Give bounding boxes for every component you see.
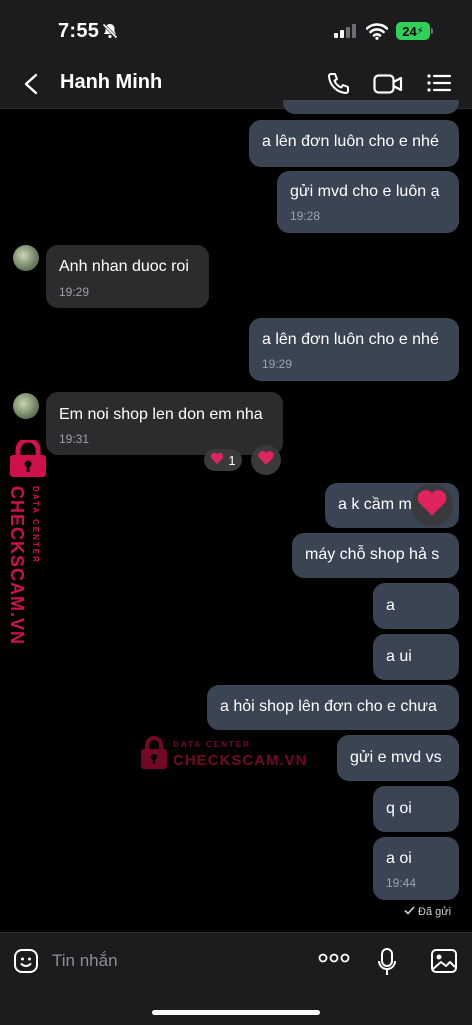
message-input[interactable]: Tin nhắn bbox=[52, 951, 118, 971]
microphone-icon[interactable] bbox=[377, 947, 397, 982]
message-time: 19:29 bbox=[59, 285, 90, 299]
message-bubble-outgoing[interactable]: gửi mvd cho e luôn ạ 19:28 bbox=[277, 171, 459, 233]
home-indicator[interactable] bbox=[152, 1010, 320, 1015]
heart-icon bbox=[210, 452, 224, 468]
message-time: 19:28 bbox=[290, 209, 321, 223]
reaction-heart-bubble[interactable] bbox=[411, 484, 453, 526]
battery-nub bbox=[431, 28, 433, 34]
message-bubble-outgoing[interactable]: a lên đơn luôn cho e nhé 19:29 bbox=[249, 318, 459, 381]
watermark-subtitle: DATA CENTER bbox=[173, 740, 251, 749]
delivery-status-text: Đã gửi bbox=[418, 906, 452, 918]
message-bubble-outgoing[interactable]: gửi e mvd vs bbox=[337, 735, 459, 781]
reaction-count: 1 bbox=[228, 452, 236, 468]
message-bubble-outgoing[interactable]: a ui bbox=[373, 634, 459, 680]
cellular-signal-icon bbox=[334, 24, 358, 43]
message-time: 19:29 bbox=[262, 357, 293, 371]
video-call-icon[interactable] bbox=[373, 73, 403, 100]
message-text: a ui bbox=[386, 648, 412, 665]
watermark-lock-icon bbox=[140, 736, 168, 775]
image-gallery-icon[interactable] bbox=[430, 948, 458, 979]
message-bubble-outgoing[interactable]: a lên đơn luôn cho e nhé bbox=[249, 120, 459, 167]
message-bubble-clipped[interactable] bbox=[283, 100, 459, 114]
bell-muted-icon bbox=[101, 22, 119, 45]
message-bubble-incoming[interactable]: Anh nhan duoc roi 19:29 bbox=[46, 245, 209, 308]
add-reaction-heart[interactable] bbox=[251, 445, 281, 475]
message-text: máy chỗ shop hả s bbox=[305, 546, 440, 563]
wifi-icon bbox=[365, 22, 389, 45]
emoji-sticker-icon[interactable] bbox=[13, 948, 39, 979]
message-bubble-outgoing[interactable]: máy chỗ shop hả s bbox=[292, 533, 459, 578]
phone-call-icon[interactable] bbox=[325, 71, 351, 102]
contact-name[interactable]: Hanh Minh bbox=[60, 71, 162, 94]
watermark-brand: CHECKSCAM.VN bbox=[173, 752, 308, 769]
watermark-brand: CHECKSCAM.VN bbox=[7, 486, 27, 646]
back-chevron-icon[interactable] bbox=[20, 72, 42, 101]
message-text: Em noi shop len don em nha bbox=[59, 406, 263, 423]
message-text: q oi bbox=[386, 800, 412, 817]
message-time: 19:31 bbox=[59, 432, 90, 446]
more-options-icon[interactable] bbox=[318, 951, 350, 969]
contact-avatar[interactable] bbox=[13, 393, 39, 419]
message-text: Anh nhan duoc roi bbox=[59, 258, 189, 275]
message-text: gửi mvd cho e luôn ạ bbox=[290, 183, 440, 200]
charging-bolt-icon: ⚡ bbox=[416, 25, 424, 37]
checkmark-icon bbox=[404, 906, 415, 918]
status-time: 7:55 bbox=[58, 20, 100, 42]
watermark-vertical: CHECKSCAM.VN DATA CENTER bbox=[4, 437, 54, 645]
watermark-subtitle: DATA CENTER bbox=[31, 486, 40, 564]
message-text: a lên đơn luôn cho e nhé bbox=[262, 133, 439, 150]
battery-indicator: 24 ⚡ bbox=[396, 22, 430, 40]
contact-avatar[interactable] bbox=[13, 245, 39, 271]
message-bubble-incoming[interactable]: Em noi shop len don em nha 19:31 bbox=[46, 392, 283, 455]
message-text: a hỏi shop lên đơn cho e chưa bbox=[220, 698, 437, 715]
message-text: gửi e mvd vs bbox=[350, 749, 442, 766]
message-text: a k cầm m bbox=[338, 496, 412, 513]
reaction-count-chip[interactable]: 1 bbox=[204, 449, 242, 471]
message-bubble-outgoing[interactable]: a hỏi shop lên đơn cho e chưa bbox=[207, 685, 459, 730]
message-text: a oi bbox=[386, 850, 412, 867]
menu-list-icon[interactable] bbox=[427, 73, 452, 98]
message-bubble-outgoing[interactable]: a oi 19:44 bbox=[373, 837, 459, 900]
message-bubble-outgoing[interactable]: q oi bbox=[373, 786, 459, 832]
message-text: a bbox=[386, 597, 395, 614]
message-text: a lên đơn luôn cho e nhé bbox=[262, 331, 439, 348]
heart-icon bbox=[257, 450, 275, 471]
battery-level: 24 bbox=[402, 23, 417, 39]
watermark-lock-icon bbox=[6, 437, 50, 483]
delivery-status: Đã gửi bbox=[404, 906, 451, 918]
heart-icon bbox=[416, 488, 448, 523]
status-bar: 7:55 24 ⚡ bbox=[0, 0, 472, 60]
message-time: 19:44 bbox=[386, 876, 417, 890]
message-bubble-outgoing[interactable]: a bbox=[373, 583, 459, 629]
